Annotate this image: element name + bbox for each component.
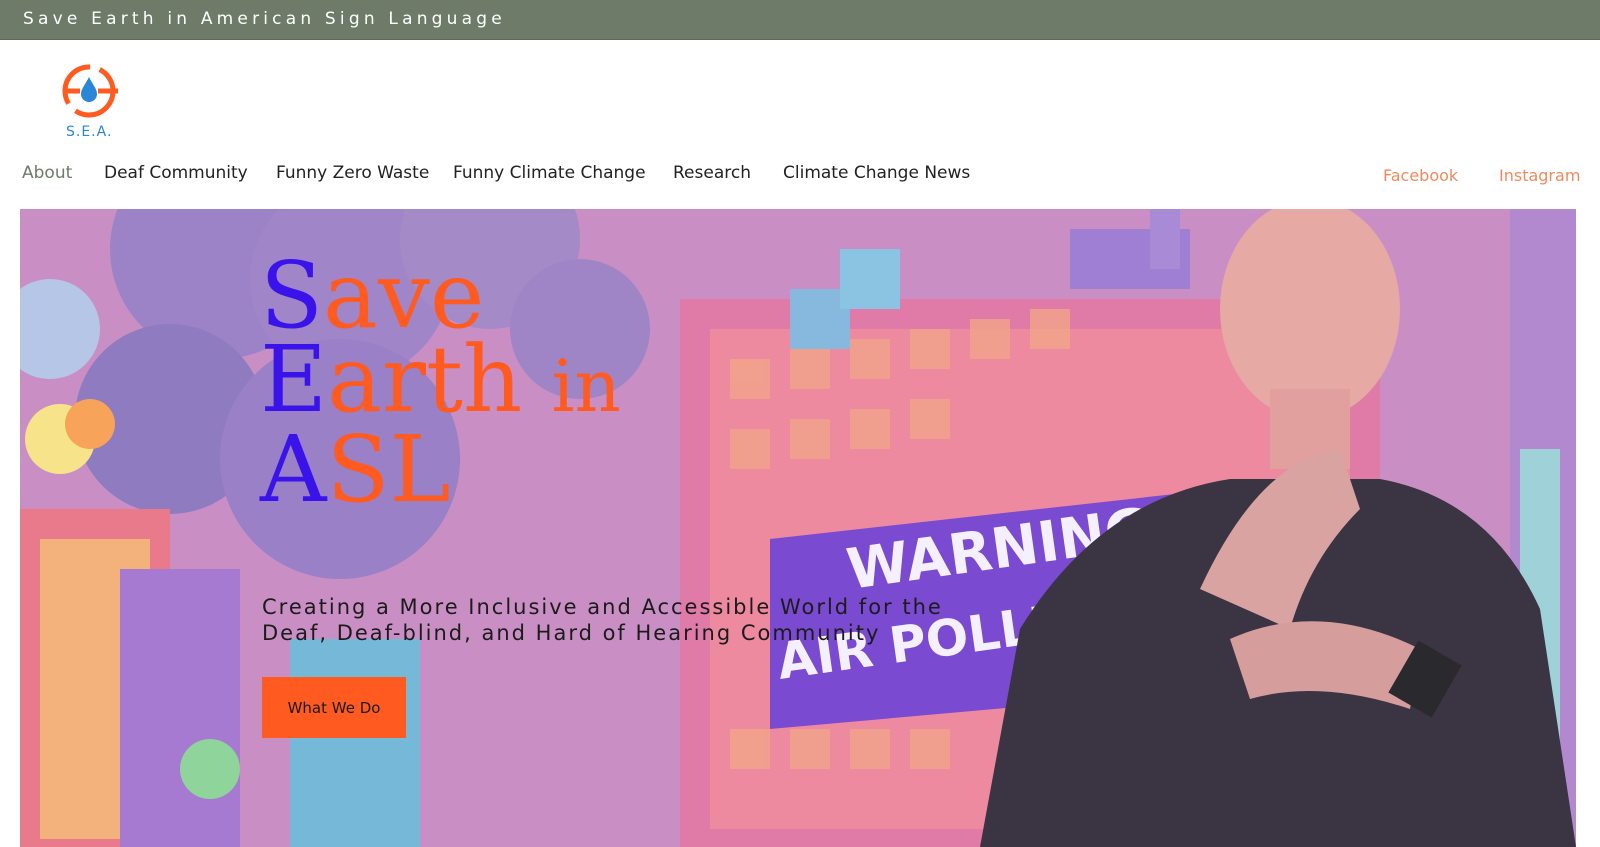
headline-in: in	[551, 344, 621, 428]
nav-climate-change-news[interactable]: Climate Change News	[783, 163, 970, 183]
nav-deaf-community[interactable]: Deaf Community	[104, 163, 248, 183]
instagram-link[interactable]: Instagram	[1499, 166, 1580, 185]
tagline-line-2: Deaf, Deaf-blind, and Hard of Hearing Co…	[262, 621, 881, 645]
headline-rest-3: SL	[326, 416, 451, 523]
nav-funny-climate-change[interactable]: Funny Climate Change	[453, 163, 646, 183]
tagline-line-1: Creating a More Inclusive and Accessible…	[262, 595, 943, 619]
hero-tagline: Creating a More Inclusive and Accessible…	[262, 594, 962, 646]
site-title: Save Earth in American Sign Language	[23, 9, 506, 29]
facebook-link[interactable]: Facebook	[1383, 166, 1458, 185]
nav-funny-zero-waste[interactable]: Funny Zero Waste	[276, 163, 429, 183]
hero-section: WARNING AIR POLLUTION Save Earth in ASL …	[20, 209, 1576, 847]
headline-cap-a: A	[260, 416, 327, 523]
nav-about[interactable]: About	[22, 163, 72, 183]
what-we-do-button[interactable]: What We Do	[262, 677, 406, 738]
top-banner: Save Earth in American Sign Language	[0, 0, 1600, 40]
nav-research[interactable]: Research	[673, 163, 751, 183]
hero-headline: Save Earth in ASL	[260, 250, 621, 516]
logo-text: S.E.A.	[66, 124, 113, 140]
hero-background-illustration: WARNING AIR POLLUTION	[20, 209, 1576, 847]
